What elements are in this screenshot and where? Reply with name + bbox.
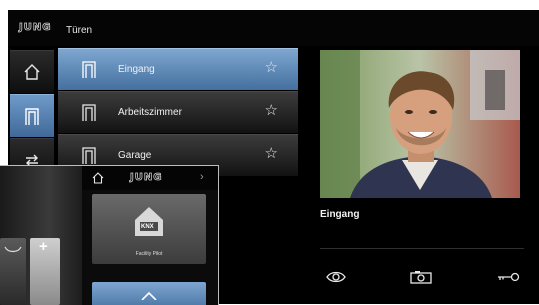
brand-logo: JUNG: [130, 172, 163, 184]
door-icon: [82, 104, 96, 121]
nav-home-button[interactable]: [10, 50, 54, 93]
door-icon: [82, 61, 96, 78]
knx-badge: KNX: [141, 224, 154, 230]
brand-logo: JUNG: [19, 22, 52, 34]
facility-pilot-tile[interactable]: KNX Facility Pilot: [92, 194, 206, 264]
lamp-icon: [4, 246, 22, 253]
camera-image: [320, 50, 520, 198]
door-icon: [25, 108, 39, 125]
door-row-arbeitszimmer[interactable]: Arbeitszimmer ☆: [58, 91, 298, 133]
camera-feed: [320, 50, 520, 198]
plus-icon[interactable]: +: [39, 238, 48, 255]
camera-icon[interactable]: [410, 270, 432, 289]
chevron-right-icon[interactable]: ›: [200, 171, 204, 183]
overlay-panel: + JUNG › KNX Facility Pilot: [0, 165, 219, 305]
door-row-label: Arbeitszimmer: [118, 107, 182, 118]
overlay-header: JUNG ›: [82, 166, 218, 190]
house-tile[interactable]: [92, 282, 206, 305]
divider: [320, 248, 524, 249]
eye-icon[interactable]: [326, 270, 346, 289]
door-icon: [82, 147, 96, 164]
scene-button[interactable]: [0, 238, 26, 305]
nav-doors-button[interactable]: [10, 94, 54, 137]
home-icon: [24, 64, 40, 80]
key-icon[interactable]: [496, 270, 520, 289]
home-icon[interactable]: [92, 172, 104, 184]
star-icon[interactable]: ☆: [265, 60, 278, 75]
page-title: Türen: [66, 25, 93, 36]
star-icon[interactable]: ☆: [265, 103, 278, 118]
knx-house-icon: [135, 207, 163, 236]
door-row-eingang[interactable]: Eingang ☆: [58, 48, 298, 90]
tile-label: Facility Pilot: [135, 251, 163, 257]
house-icon: [141, 291, 157, 300]
camera-label: Eingang: [320, 209, 360, 220]
door-row-label: Garage: [118, 150, 152, 161]
overlay-left-panel: +: [0, 166, 82, 305]
door-row-label: Eingang: [118, 64, 155, 75]
header-bar: JUNG Türen: [8, 10, 539, 46]
star-icon[interactable]: ☆: [265, 146, 278, 161]
dimmer-slider[interactable]: +: [30, 238, 60, 305]
